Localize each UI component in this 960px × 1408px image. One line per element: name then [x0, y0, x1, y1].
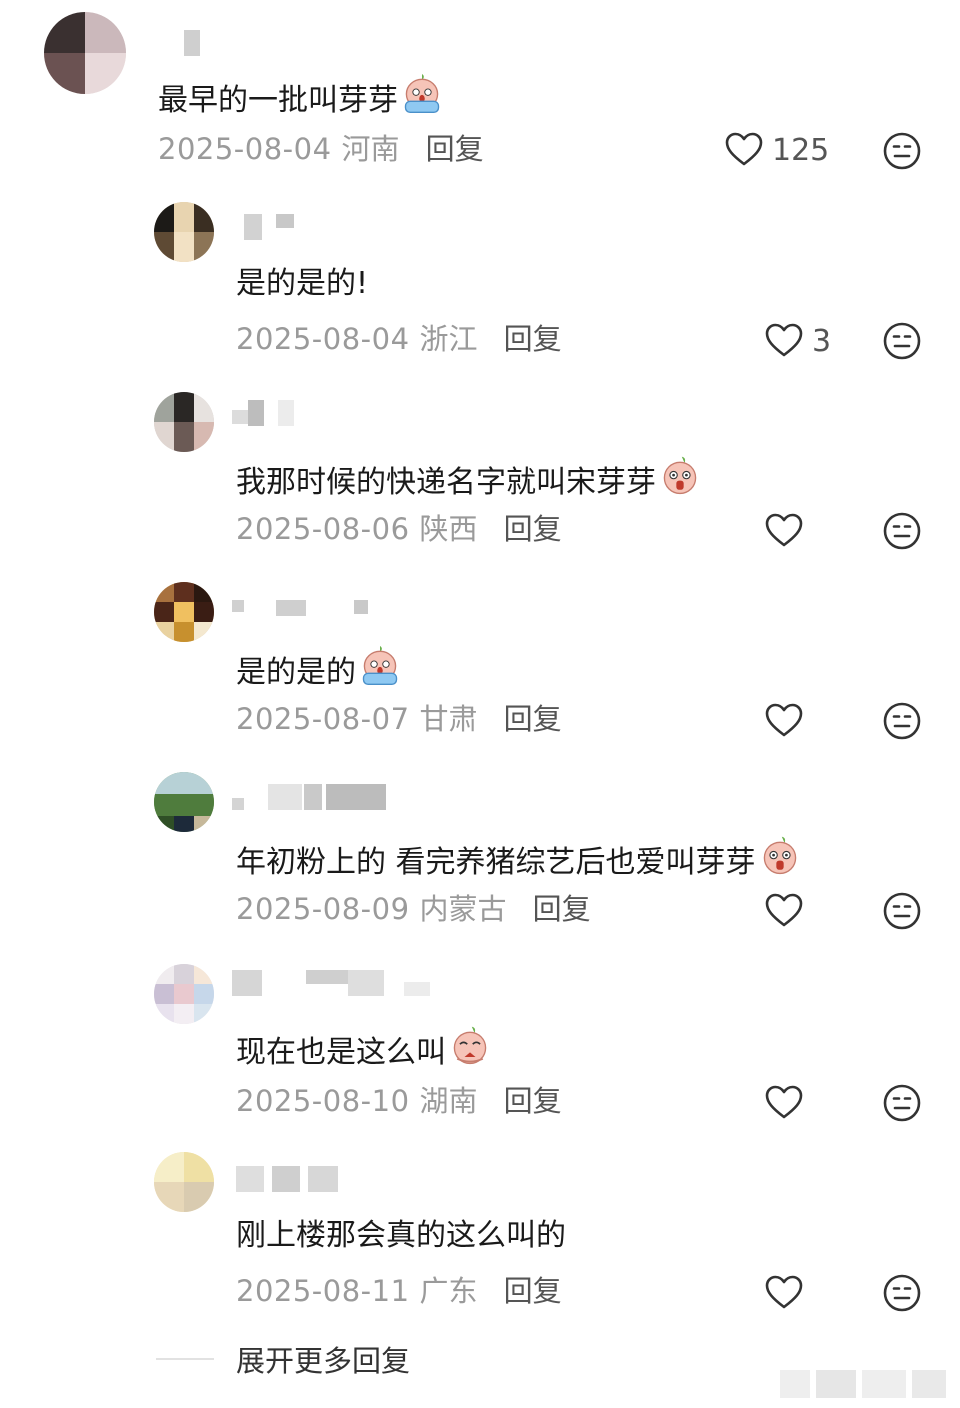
reply-button[interactable]: 回复: [426, 132, 484, 166]
main-comment: 最早的一批叫芽芽 2025-08-04 河南 回复 125: [0, 0, 960, 190]
reply-comment: 是的是的! 2025-08-04 浙江 回复 3: [0, 190, 960, 380]
watermark-blurred: [780, 1370, 950, 1398]
like-button[interactable]: [764, 1083, 804, 1123]
avatar[interactable]: [154, 1152, 214, 1212]
comment-text: 现在也是这么叫: [236, 1024, 492, 1073]
reply-button[interactable]: 回复: [504, 1084, 562, 1118]
comment-date: 2025-08-04: [236, 322, 410, 356]
neutral-face-icon[interactable]: [882, 1273, 922, 1313]
comment-meta: 2025-08-09 内蒙古 回复: [236, 891, 591, 927]
comment-date: 2025-08-11: [236, 1274, 410, 1308]
like-button[interactable]: [764, 1273, 804, 1313]
comment-date: 2025-08-07: [236, 702, 410, 736]
comment-text-content: 我那时候的快递名字就叫宋芽芽: [236, 465, 656, 500]
username-blurred[interactable]: [232, 600, 372, 626]
like-button[interactable]: 3: [764, 321, 831, 361]
comment-text: 年初粉上的 看完养猪综艺后也爱叫芽芽: [236, 834, 802, 883]
expand-more-replies-button[interactable]: 展开更多回复: [156, 1338, 410, 1380]
username-blurred[interactable]: [244, 214, 296, 240]
avatar[interactable]: [154, 582, 214, 642]
like-count: 125: [772, 132, 830, 168]
reply-button[interactable]: 回复: [504, 512, 562, 546]
neutral-face-icon[interactable]: [882, 511, 922, 551]
reply-comment: 我那时候的快递名字就叫宋芽芽 2025-08-06 陕西 回复: [0, 380, 960, 570]
comment-text-content: 刚上楼那会真的这么叫的: [236, 1218, 566, 1253]
comment-location: 河南: [341, 132, 400, 166]
comment-text: 刚上楼那会真的这么叫的: [236, 1216, 566, 1256]
reply-button[interactable]: 回复: [504, 702, 562, 736]
comment-text: 是的是的: [236, 644, 402, 693]
comment-text: 是的是的!: [236, 264, 368, 304]
avatar[interactable]: [154, 772, 214, 832]
comment-text-content: 现在也是这么叫: [236, 1035, 446, 1070]
like-button[interactable]: [764, 701, 804, 741]
comment-date: 2025-08-09: [236, 892, 410, 926]
comment-date: 2025-08-04: [158, 132, 332, 166]
avatar[interactable]: [154, 964, 214, 1024]
pleading-bean-emoji-icon: [448, 1024, 492, 1068]
like-count: 3: [812, 323, 832, 359]
comment-location: 浙江: [419, 322, 478, 356]
comment-meta: 2025-08-04 浙江 回复: [236, 321, 562, 357]
shocked-bean-emoji-icon: [758, 834, 802, 878]
neutral-face-icon[interactable]: [882, 131, 922, 171]
reply-button[interactable]: 回复: [504, 1274, 562, 1308]
divider-line: [156, 1358, 214, 1360]
reply-button[interactable]: 回复: [533, 892, 591, 926]
heart-outline-icon: [764, 1083, 804, 1123]
comment-meta: 2025-08-04 河南 回复: [158, 131, 484, 167]
avatar[interactable]: [154, 392, 214, 452]
comment-location: 湖南: [419, 1084, 478, 1118]
heart-outline-icon: [764, 321, 804, 361]
comment-text-content: 是的是的: [236, 655, 356, 690]
heart-outline-icon: [764, 891, 804, 931]
username-blurred[interactable]: [236, 1166, 340, 1192]
comment-meta: 2025-08-11 广东 回复: [236, 1273, 562, 1309]
comment-meta: 2025-08-10 湖南 回复: [236, 1083, 562, 1119]
heart-outline-icon: [764, 1273, 804, 1313]
heart-outline-icon: [764, 701, 804, 741]
like-button[interactable]: 125: [724, 130, 829, 170]
comment-text: 我那时候的快递名字就叫宋芽芽: [236, 454, 702, 503]
comment-location: 内蒙古: [419, 892, 507, 926]
crying-bean-emoji-icon: [358, 644, 402, 688]
avatar[interactable]: [44, 12, 126, 94]
crying-bean-emoji-icon: [400, 72, 444, 116]
comment-date: 2025-08-10: [236, 1084, 410, 1118]
comment-text-content: 是的是的!: [236, 266, 369, 301]
comment-meta: 2025-08-07 甘肃 回复: [236, 701, 562, 737]
username-blurred[interactable]: [232, 400, 312, 426]
neutral-face-icon[interactable]: [882, 321, 922, 361]
heart-outline-icon: [764, 511, 804, 551]
comment-text-content: 年初粉上的 看完养猪综艺后也爱叫芽芽: [236, 845, 756, 880]
shocked-bean-emoji-icon: [658, 454, 702, 498]
neutral-face-icon[interactable]: [882, 701, 922, 741]
comment-text: 最早的一批叫芽芽: [158, 72, 444, 121]
username-blurred[interactable]: [184, 30, 204, 56]
username-blurred[interactable]: [232, 784, 388, 810]
like-button[interactable]: [764, 511, 804, 551]
comment-location: 陕西: [419, 512, 478, 546]
like-button[interactable]: [764, 891, 804, 931]
expand-more-label: 展开更多回复: [236, 1344, 411, 1378]
reply-comment: 现在也是这么叫 2025-08-10 湖南 回复: [0, 950, 960, 1140]
heart-outline-icon: [724, 130, 764, 170]
reply-button[interactable]: 回复: [504, 322, 562, 356]
avatar[interactable]: [154, 202, 214, 262]
comment-location: 广东: [419, 1274, 478, 1308]
comment-location: 甘肃: [419, 702, 478, 736]
reply-comment: 年初粉上的 看完养猪综艺后也爱叫芽芽 2025-08-09 内蒙古 回复: [0, 760, 960, 950]
reply-comment: 是的是的 2025-08-07 甘肃 回复: [0, 570, 960, 760]
comment-meta: 2025-08-06 陕西 回复: [236, 511, 562, 547]
neutral-face-icon[interactable]: [882, 891, 922, 931]
reply-comment: 刚上楼那会真的这么叫的 2025-08-11 广东 回复: [0, 1140, 960, 1330]
comment-text-content: 最早的一批叫芽芽: [158, 83, 398, 118]
username-blurred[interactable]: [232, 970, 432, 996]
neutral-face-icon[interactable]: [882, 1083, 922, 1123]
comment-date: 2025-08-06: [236, 512, 410, 546]
